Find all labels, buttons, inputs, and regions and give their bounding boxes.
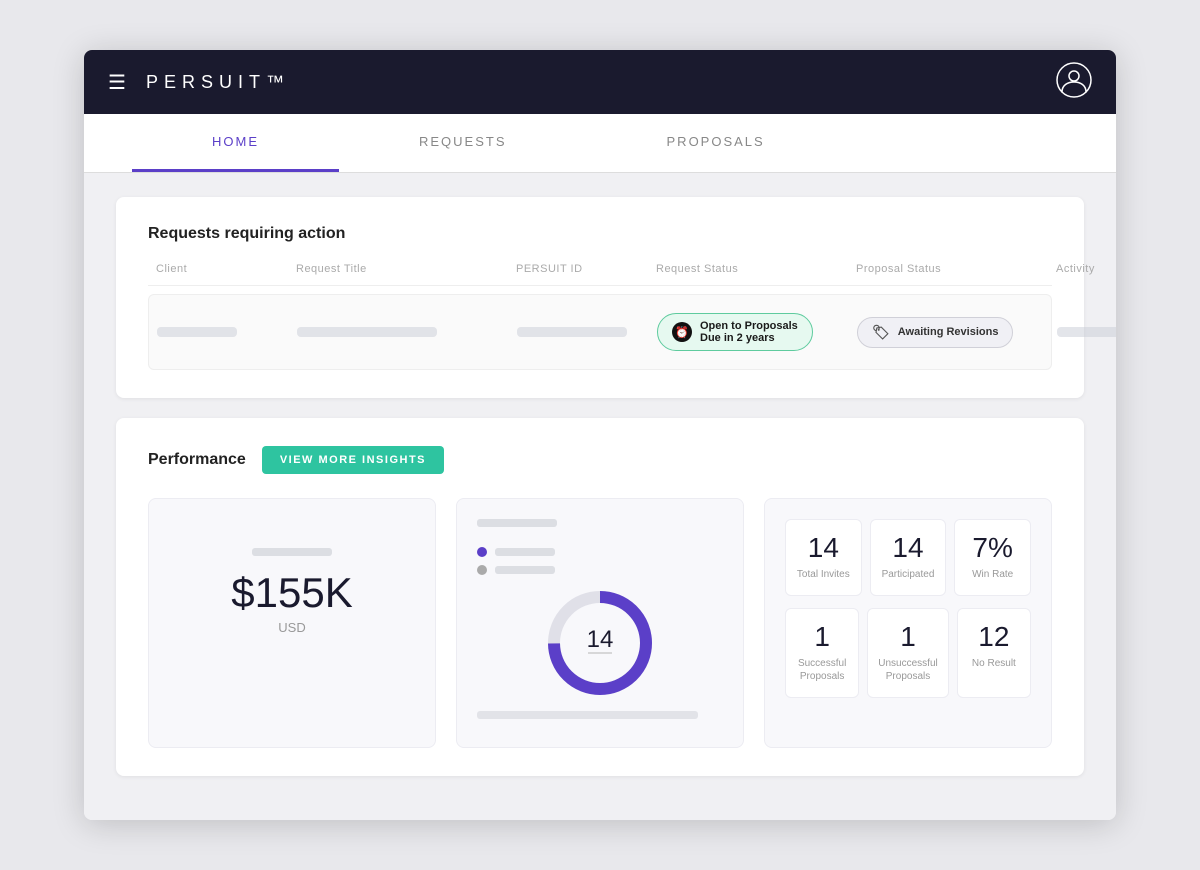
- perf-grid: $155K USD: [148, 498, 1052, 748]
- successful-number: 1: [796, 623, 848, 651]
- tag-icon: 🏷: [872, 324, 890, 341]
- performance-card: Performance VIEW MORE INSIGHTS $155K USD: [116, 418, 1084, 776]
- table-row[interactable]: ⏰ Open to Proposals Due in 2 years 🏷 Awa…: [148, 294, 1052, 370]
- total-invites-label: Total Invites: [796, 568, 851, 581]
- unsuccessful-label: Unsuccessful Proposals: [878, 657, 937, 683]
- participated-number: 14: [881, 534, 936, 562]
- legend-line-1: [495, 548, 555, 556]
- svg-text:14: 14: [587, 626, 614, 653]
- col-activity: Activity: [1056, 263, 1116, 275]
- cell-request-title: [297, 327, 517, 337]
- cell-proposal-status: 🏷 Awaiting Revisions: [857, 317, 1057, 348]
- cell-client: [157, 327, 297, 337]
- win-rate-label: Win Rate: [965, 568, 1020, 581]
- stats-row-bottom: 1 Successful Proposals 1 Unsuccessful Pr…: [785, 608, 1031, 698]
- tab-requests[interactable]: REQUESTS: [339, 114, 587, 172]
- open-proposals-text: Open to Proposals Due in 2 years: [700, 320, 798, 344]
- no-result-number: 12: [968, 623, 1020, 651]
- stat-unsuccessful: 1 Unsuccessful Proposals: [867, 608, 948, 698]
- donut-chart: 14: [540, 583, 660, 703]
- stat-no-result: 12 No Result: [957, 608, 1031, 698]
- stats-card: 14 Total Invites 14 Participated 7% Win …: [764, 498, 1052, 748]
- stats-row-top: 14 Total Invites 14 Participated 7% Win …: [785, 519, 1031, 596]
- tab-bar: HOME REQUESTS PROPOSALS: [84, 114, 1116, 173]
- stat-participated: 14 Participated: [870, 519, 947, 596]
- col-request-status: Request Status: [656, 263, 856, 275]
- user-avatar[interactable]: [1056, 62, 1092, 103]
- logo: PERSUIT™: [146, 72, 290, 93]
- stat-successful: 1 Successful Proposals: [785, 608, 859, 698]
- dollar-card: $155K USD: [148, 498, 436, 748]
- requests-title: Requests requiring action: [148, 225, 1052, 243]
- main-content: Requests requiring action Client Request…: [84, 173, 1116, 820]
- col-persuit-id: PERSUIT ID: [516, 263, 656, 275]
- perf-header: Performance VIEW MORE INSIGHTS: [148, 446, 1052, 474]
- no-result-label: No Result: [968, 657, 1020, 670]
- hamburger-icon[interactable]: ☰: [108, 70, 126, 95]
- legend-item-1: [477, 547, 723, 557]
- stat-win-rate: 7% Win Rate: [954, 519, 1031, 596]
- cell-request-status: ⏰ Open to Proposals Due in 2 years: [657, 313, 857, 351]
- total-invites-number: 14: [796, 534, 851, 562]
- donut-card: 14: [456, 498, 744, 748]
- legend-line-2: [495, 566, 555, 574]
- open-proposals-badge: ⏰ Open to Proposals Due in 2 years: [657, 313, 813, 351]
- requests-card: Requests requiring action Client Request…: [116, 197, 1084, 398]
- col-client: Client: [156, 263, 296, 275]
- donut-label-skeleton: [477, 519, 557, 527]
- dollar-label-skeleton: [252, 548, 332, 556]
- tab-home[interactable]: HOME: [132, 114, 339, 172]
- cell-persuit-id: [517, 327, 657, 337]
- dollar-value: $155K: [231, 572, 352, 614]
- col-proposal-status: Proposal Status: [856, 263, 1056, 275]
- successful-label: Successful Proposals: [796, 657, 848, 683]
- dollar-unit: USD: [278, 620, 305, 635]
- tab-proposals[interactable]: PROPOSALS: [587, 114, 845, 172]
- cell-activity: [1057, 327, 1116, 337]
- top-nav: ☰ PERSUIT™: [84, 50, 1116, 114]
- view-more-insights-button[interactable]: VIEW MORE INSIGHTS: [262, 446, 444, 474]
- perf-title: Performance: [148, 451, 246, 469]
- table-header: Client Request Title PERSUIT ID Request …: [148, 263, 1052, 286]
- participated-label: Participated: [881, 568, 936, 581]
- unsuccessful-number: 1: [878, 623, 937, 651]
- nav-left: ☰ PERSUIT™: [108, 70, 290, 95]
- col-request-title: Request Title: [296, 263, 516, 275]
- legend-item-2: [477, 565, 723, 575]
- clock-icon: ⏰: [672, 322, 692, 342]
- browser-window: ☰ PERSUIT™ HOME REQUESTS PROPOSALS Reque…: [84, 50, 1116, 820]
- awaiting-revisions-badge: 🏷 Awaiting Revisions: [857, 317, 1013, 348]
- stat-total-invites: 14 Total Invites: [785, 519, 862, 596]
- win-rate-number: 7%: [965, 534, 1020, 562]
- legend-dot-gray: [477, 565, 487, 575]
- donut-skeleton-1: [477, 711, 698, 719]
- legend-dot-purple: [477, 547, 487, 557]
